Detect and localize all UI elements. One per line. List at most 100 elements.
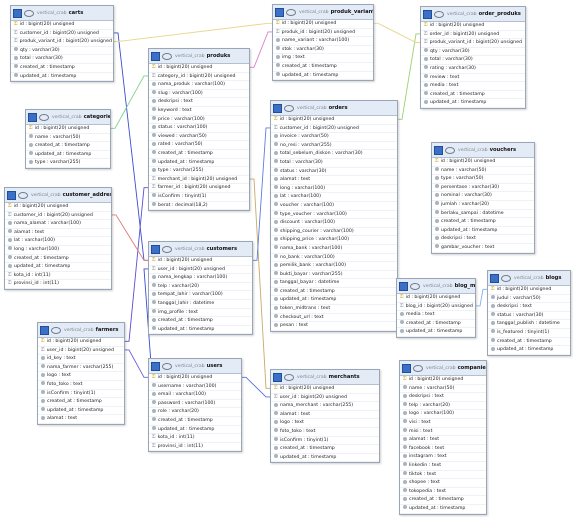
field-row[interactable]: ⚿ kota_id : int(11): [149, 434, 241, 443]
field-row[interactable]: name : varchar(50): [432, 167, 534, 176]
eye-icon[interactable]: [501, 274, 511, 282]
field-row[interactable]: facebook : text: [400, 445, 486, 454]
table-companies[interactable]: vertical_crab companies ⚿ id : bigint(20) u…: [399, 360, 487, 515]
field-row[interactable]: created_at : timestamp: [397, 320, 475, 329]
field-row[interactable]: total_sebelum_diskon : varchar(30): [271, 150, 397, 159]
field-row[interactable]: isConfirm : tinyint(1): [38, 390, 124, 399]
field-row[interactable]: lat : varchar(100): [5, 237, 111, 246]
table-produks[interactable]: vertical_crab produks ⚿ id : bigint(20) uns…: [148, 48, 250, 212]
table-farmers[interactable]: vertical_crab farmers ⚿ id : bigint(20) uns…: [37, 322, 125, 425]
field-row[interactable]: ⚿ id : bigint(20) unsigned: [432, 158, 534, 167]
field-row[interactable]: role : varchar(20): [149, 408, 241, 417]
table-customer-addresses[interactable]: vertical_crabcustomer_addresses⚿id : big…: [4, 187, 112, 290]
field-row[interactable]: nama_farmer : varchar(255): [38, 364, 124, 373]
field-row[interactable]: gambar_voucher : text: [432, 244, 534, 253]
field-row[interactable]: review : text: [421, 74, 525, 83]
field-row[interactable]: status : varchar(30): [488, 312, 570, 321]
field-row[interactable]: created_at : timestamp: [432, 218, 534, 227]
field-row[interactable]: ⚿ id : bigint(20) unsigned: [11, 21, 113, 30]
field-row[interactable]: tanggal_bayar : datetime: [271, 279, 397, 288]
eye-icon[interactable]: [284, 373, 294, 381]
field-row[interactable]: password : varchar(100): [149, 400, 241, 409]
field-row[interactable]: long : varchar(100): [271, 185, 397, 194]
field-row[interactable]: media : text: [397, 311, 475, 320]
field-row[interactable]: foto_toko : text: [38, 381, 124, 390]
field-row[interactable]: updated_at : timestamp: [11, 73, 113, 82]
field-row[interactable]: name : varchar(50): [26, 134, 110, 143]
table-header[interactable]: vertical_crab vouchers: [432, 143, 534, 158]
field-row[interactable]: total : varchar(30): [421, 56, 525, 65]
field-row[interactable]: invoice : varchar(50): [271, 133, 397, 142]
field-row[interactable]: nama_produk : varchar(100): [149, 81, 249, 90]
field-row[interactable]: created_at : timestamp: [421, 91, 525, 100]
field-row[interactable]: ⚿ customer_id : bigint(20) unsigned: [5, 212, 111, 221]
field-row[interactable]: bukti_bayar : varchar(255): [271, 271, 397, 280]
field-row[interactable]: updated_at : timestamp: [5, 263, 111, 272]
field-row[interactable]: qty : varchar(30): [11, 47, 113, 56]
field-row[interactable]: telp : varchar(20): [149, 283, 252, 292]
field-row[interactable]: ⚿ produk_variant_id : bigint(20) unsigned: [421, 39, 525, 48]
field-row[interactable]: type_voucher : varchar(100): [271, 211, 397, 220]
field-row[interactable]: ⚿ id : bigint(20) unsigned: [271, 116, 397, 125]
field-row[interactable]: updated_at : timestamp: [397, 328, 475, 337]
field-row[interactable]: tanggal_lahir : datetime: [149, 300, 252, 309]
field-row[interactable]: nama_bank : varchar(100): [271, 245, 397, 254]
table-customers[interactable]: vertical_crab customers ⚿ id : bigint(20) u…: [148, 241, 253, 336]
table-header[interactable]: vertical_crabcustomer_addresses: [5, 188, 111, 203]
field-row[interactable]: created_at : timestamp: [5, 255, 111, 264]
field-row[interactable]: updated_at : timestamp: [271, 296, 397, 306]
field-row[interactable]: rating : varchar(30): [421, 65, 525, 74]
field-row[interactable]: created_at : timestamp: [26, 142, 110, 151]
field-row[interactable]: type : varchar(255): [149, 167, 249, 176]
field-row[interactable]: nama_merchant : varchar(255): [271, 402, 379, 411]
field-row[interactable]: qty : varchar(30): [421, 48, 525, 57]
field-row[interactable]: tiktok : text: [400, 471, 486, 480]
eye-icon[interactable]: [18, 191, 28, 199]
field-row[interactable]: ⚿ provinsi_id : int(11): [5, 280, 111, 289]
table-merchants[interactable]: vertical_crab merchants ⚿ id : bigint(20) u…: [270, 369, 380, 464]
field-row[interactable]: discount : varchar(100): [271, 219, 397, 228]
field-row[interactable]: alamat : text: [400, 436, 486, 445]
table-header[interactable]: vertical_crab produks: [149, 49, 249, 64]
field-row[interactable]: ⚿ kota_id : int(11): [5, 272, 111, 281]
field-row[interactable]: created_at : timestamp: [271, 288, 397, 297]
field-row[interactable]: created_at : timestamp: [38, 398, 124, 407]
field-row[interactable]: ⚿ id : bigint(20) unsigned: [26, 125, 110, 134]
field-row[interactable]: ⚿ customer_id : bigint(20) unsigned: [11, 30, 113, 39]
field-row[interactable]: created_at : timestamp: [149, 417, 241, 426]
field-row[interactable]: instagram : text: [400, 453, 486, 462]
table-carts[interactable]: vertical_crab carts ⚿ id : bigint(20) unsig…: [10, 5, 114, 83]
table-header[interactable]: vertical_crabcategories: [26, 110, 110, 125]
field-row[interactable]: ⚿ id : bigint(20) unsigned: [38, 338, 124, 347]
field-row[interactable]: updated_at : timestamp: [26, 151, 110, 160]
field-row[interactable]: img_profile : text: [149, 309, 252, 318]
field-row[interactable]: viewed : varchar(50): [149, 133, 249, 142]
field-row[interactable]: updated_at : timestamp: [38, 407, 124, 416]
field-row[interactable]: isConfirm : tinyint(1): [271, 437, 379, 446]
table-header[interactable]: vertical_crab orders: [271, 101, 397, 116]
table-header[interactable]: vertical_crab customers: [149, 242, 252, 257]
table-header[interactable]: vertical_crab blogs: [488, 271, 570, 286]
table-header[interactable]: vertical_crab carts: [11, 6, 113, 21]
field-row[interactable]: ⚿ user_id : bigint(20) unsigned: [38, 347, 124, 356]
eye-icon[interactable]: [39, 113, 49, 121]
field-row[interactable]: no_bank : varchar(100): [271, 254, 397, 263]
field-row[interactable]: ⚿ user_id : bigint(20) unsigned: [271, 394, 379, 403]
field-row[interactable]: updated_at : timestamp: [149, 159, 249, 168]
field-row[interactable]: misi : text: [400, 428, 486, 437]
field-row[interactable]: nama_lengkap : varchar(100): [149, 274, 252, 283]
field-row[interactable]: linkedin : text: [400, 462, 486, 471]
field-row[interactable]: created_at : timestamp: [149, 150, 249, 159]
field-row[interactable]: created_at : timestamp: [271, 445, 379, 454]
field-row[interactable]: created_at : timestamp: [11, 64, 113, 73]
field-row[interactable]: deskripsi : text: [149, 98, 249, 107]
field-row[interactable]: ⚿ id : bigint(20) unsigned: [149, 257, 252, 266]
table-header[interactable]: vertical_crab order_produks: [421, 7, 525, 22]
field-row[interactable]: ⚿ id : bigint(20) unsigned: [488, 286, 570, 295]
field-row[interactable]: username : varchar(100): [149, 383, 241, 392]
field-row[interactable]: pesan : text: [271, 322, 397, 331]
field-row[interactable]: shipping_price : varchar(100): [271, 236, 397, 245]
field-row[interactable]: lat : varchar(100): [271, 193, 397, 202]
field-row[interactable]: name_variant : varchar(100): [273, 37, 373, 46]
field-row[interactable]: updated_at : timestamp: [400, 505, 486, 514]
